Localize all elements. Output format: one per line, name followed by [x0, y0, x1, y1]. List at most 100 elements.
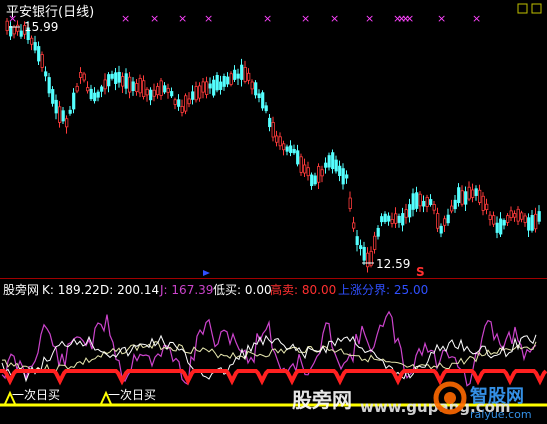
svg-text:一次日买: 一次日买: [108, 388, 156, 402]
candle-body: [149, 89, 153, 101]
candle-body: [82, 73, 86, 81]
candle-body: [341, 168, 345, 185]
candle-body: [334, 159, 338, 172]
candle-body: [135, 83, 139, 92]
signal-x-marker: ×: [301, 12, 310, 25]
candle-body: [310, 174, 314, 187]
candle-body: [338, 165, 342, 176]
candle-body: [509, 210, 513, 219]
candle-body: [219, 81, 223, 90]
svg-text:15.99: 15.99: [24, 20, 58, 34]
candle-body: [415, 192, 419, 209]
candle-body: [121, 76, 125, 87]
candle-body: [411, 193, 415, 210]
candle-body: [275, 135, 279, 143]
candle-body: [198, 85, 202, 99]
candle-body: [439, 225, 443, 234]
candle-body: [506, 215, 510, 223]
candle-body: [425, 196, 429, 207]
candle-body: [331, 152, 335, 170]
candle-body: [467, 186, 471, 200]
candle-body: [537, 211, 541, 222]
candle-body: [320, 169, 324, 177]
candle-body: [285, 146, 289, 152]
candle-body: [261, 92, 265, 109]
candle-body: [243, 67, 247, 82]
candle-body: [373, 235, 377, 250]
candle-body: [170, 91, 174, 97]
candle-body: [100, 86, 104, 92]
candle-body: [173, 99, 177, 105]
candle-body: [359, 245, 363, 250]
candle-body: [478, 189, 482, 203]
candle-body: [534, 213, 538, 230]
candle-body: [30, 37, 34, 45]
signal-x-marker: ×: [204, 12, 213, 25]
candle-body: [278, 136, 282, 147]
signal-x-marker: ×: [8, 12, 17, 25]
buy-signal-2: 一次日买: [100, 388, 156, 405]
candle-body: [180, 106, 184, 113]
sell-marker: S: [416, 265, 425, 279]
candle-body: [513, 213, 517, 218]
candle-body: [268, 117, 272, 128]
candle-body: [495, 222, 499, 233]
candle-body: [187, 98, 191, 105]
candle-body: [523, 215, 527, 223]
indicator-name: 股旁网: [3, 282, 39, 297]
candle-body: [89, 88, 93, 100]
candle-body: [429, 199, 433, 205]
chart-background: [0, 0, 547, 424]
candle-body: [54, 99, 58, 114]
candle-body: [401, 213, 405, 226]
candle-body: [352, 222, 356, 229]
candle-body: [16, 24, 20, 32]
candle-body: [145, 88, 149, 96]
candle-body: [348, 197, 352, 209]
window-title: 平安银行(日线): [6, 5, 94, 20]
candle-body: [443, 218, 447, 226]
candle-body: [222, 76, 226, 87]
indicator-j: J: 167.39: [159, 283, 213, 297]
candle-body: [271, 122, 275, 138]
candle-body: [33, 42, 37, 51]
candle-body: [131, 81, 135, 91]
candle-body: [492, 215, 496, 225]
signal-x-marker: ×: [121, 12, 130, 25]
candle-body: [156, 86, 160, 96]
indicator-d: D: 200.14: [100, 283, 159, 297]
candle-body: [257, 93, 261, 99]
candle-body: [215, 74, 219, 91]
candle-body: [68, 109, 72, 114]
candle-body: [229, 73, 233, 85]
svg-text:12.59: 12.59: [376, 257, 410, 271]
buy-signal-1: 一次日买: [4, 388, 60, 405]
candle-body: [376, 227, 380, 237]
svg-text:一次日买: 一次日买: [12, 388, 60, 402]
candle-body: [142, 80, 146, 98]
candle-body: [51, 89, 55, 104]
candle-body: [366, 252, 370, 268]
candle-body: [502, 220, 506, 226]
candle-body: [212, 79, 216, 96]
candle-body: [432, 204, 436, 211]
candle-body: [303, 164, 307, 174]
candle-body: [264, 105, 268, 112]
indicator-header: 股旁网 K: 189.22 D: 200.14 J: 167.39 低买: 0.…: [3, 282, 428, 297]
candle-body: [317, 166, 321, 183]
signal-x-marker: ×: [472, 12, 481, 25]
candle-body: [240, 64, 244, 80]
candle-body: [5, 20, 9, 31]
candle-body: [72, 92, 76, 110]
watermark-brand-url: raiyue.com: [470, 408, 532, 421]
candle-body: [75, 85, 79, 92]
candle-body: [163, 85, 167, 93]
candle-body: [247, 72, 251, 81]
signal-x-marker: ×: [330, 12, 339, 25]
candle-body: [250, 81, 254, 90]
candle-body: [418, 193, 422, 207]
candle-body: [254, 82, 258, 96]
indicator-low-buy: 低买: 0.00: [213, 283, 272, 297]
candle-body: [380, 216, 384, 223]
candle-body: [313, 175, 317, 185]
